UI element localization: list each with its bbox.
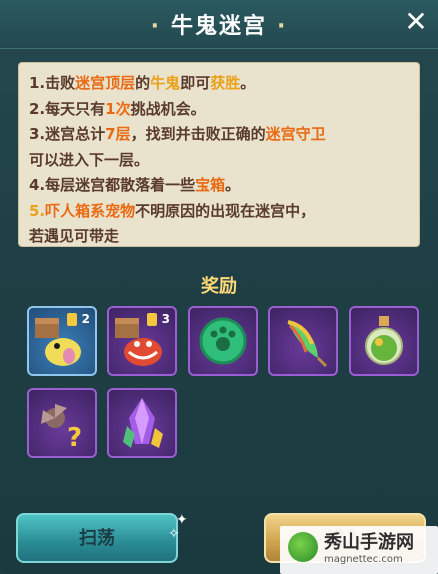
rule-text-segment: 获胜: [210, 74, 241, 92]
rule-text-segment: 7层: [105, 125, 131, 143]
rule-line-6: 5.吓人箱系宠物不明原因的出现在迷宫中，: [29, 199, 409, 225]
reward-title: 奖励: [201, 276, 237, 297]
rule-text-segment: 的: [135, 74, 151, 92]
ticket-icon: [147, 313, 157, 326]
rule-line-1: 1.击败迷宫顶层的牛鬼即可获胜。: [29, 71, 409, 97]
green-paw-coin-icon: [199, 317, 247, 365]
reward-count: 2: [81, 312, 90, 326]
rule-text-segment: 。: [240, 74, 256, 92]
ticket-icon: [67, 313, 77, 326]
rule-line-4: 可以进入下一层。: [29, 148, 409, 174]
reward-count: 3: [161, 312, 170, 326]
reward-slot-2[interactable]: 3: [107, 306, 177, 376]
watermark-url: magnettec.com: [324, 554, 403, 565]
reward-slot-6[interactable]: ?: [27, 388, 97, 458]
rule-line-7: 若遇见可带走: [29, 224, 409, 246]
reward-slot-5[interactable]: [349, 306, 419, 376]
rule-text-segment: 挑战机会。: [130, 99, 206, 118]
close-icon[interactable]: ✕: [400, 6, 432, 38]
rainbow-feather-icon: [287, 320, 328, 368]
rule-text-segment: 1次: [105, 99, 131, 118]
rule-text-segment: 2.每天只有: [29, 99, 106, 118]
rule-text-segment: ，找到并击败正确的: [130, 125, 266, 143]
watermark-text: 秀山手游网: [324, 532, 414, 553]
rule-text-segment: 若遇见可带走: [29, 227, 120, 245]
sweep-button[interactable]: 扫荡: [16, 513, 178, 563]
watermark-logo-icon: [288, 532, 318, 562]
rule-text-segment: 不明原因的出现在迷宫中，: [135, 201, 316, 220]
rules-text: 1.击败迷宫顶层的牛鬼即可获胜。 2.每天只有1次挑战机会。 3.迷宫总计7层，找到…: [29, 71, 409, 246]
title-text: 牛鬼迷宫: [170, 14, 267, 39]
title-right-dot-icon: ·: [277, 14, 288, 39]
rule-text-segment: 3.迷宫总计: [29, 125, 106, 143]
watermark: 秀山手游网 magnettec.com: [280, 526, 438, 574]
rule-text-segment: 迷宫顶层: [75, 74, 136, 92]
rule-text-segment: 可以进入下一层。: [29, 150, 150, 169]
green-potion-icon: [365, 316, 403, 365]
reward-slot-4[interactable]: [268, 306, 338, 376]
maze-dialog: · 牛鬼迷宫 · ✕ 1.击败迷宫顶层的牛鬼即可获胜。 2.每天只有1次挑战机会。 3.…: [0, 0, 438, 574]
rule-text-segment: 1.击败: [29, 74, 76, 92]
rule-text-segment: 4.每层迷宫都散落着一些: [29, 176, 196, 194]
mystery-flower-icon: ?: [41, 404, 82, 453]
reward-slot-3[interactable]: [188, 306, 258, 376]
rules-box[interactable]: 1.击败迷宫顶层的牛鬼即可获胜。 2.每天只有1次挑战机会。 3.迷宫总计7层，找到…: [18, 62, 420, 247]
title-bar: · 牛鬼迷宫 · ✕: [0, 0, 438, 49]
rule-line-2: 2.每天只有1次挑战机会。: [29, 97, 409, 123]
sparkle-icon: ✧: [168, 526, 180, 542]
rule-text-segment: 迷宫守卫: [265, 125, 326, 143]
purple-crystal-icon: [123, 398, 163, 448]
rule-text-segment: 即可: [180, 74, 211, 92]
rule-text-segment: 。: [225, 176, 241, 194]
rule-line-3: 3.迷宫总计7层，找到并击败正确的迷宫守卫: [29, 122, 409, 148]
dialog-title: · 牛鬼迷宫 ·: [0, 8, 438, 40]
svg-text:?: ?: [67, 423, 82, 453]
reward-slot-1[interactable]: 2: [27, 306, 97, 376]
rule-line-5: 4.每层迷宫都散落着一些宝箱。: [29, 173, 409, 199]
reward-slot-7[interactable]: [107, 388, 177, 458]
rule-text-segment: 宝箱: [195, 176, 226, 194]
rule-text-segment: 牛鬼: [150, 74, 181, 92]
rule-text-segment: 5.: [29, 201, 46, 220]
title-left-dot-icon: ·: [150, 14, 161, 39]
rule-text-segment: 吓人箱系宠物: [45, 201, 136, 220]
